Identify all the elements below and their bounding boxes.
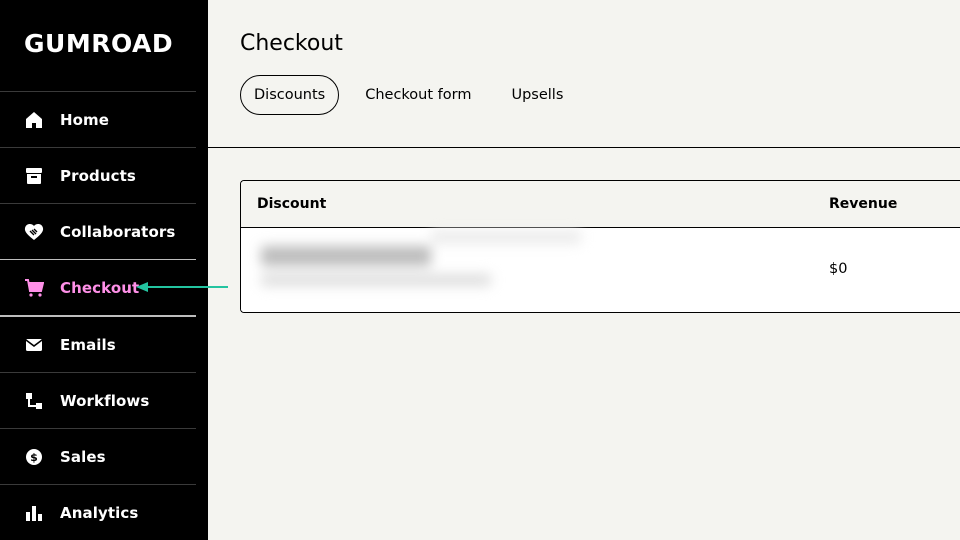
- gumroad-logo[interactable]: GUMROAD: [24, 28, 184, 60]
- sidebar-nav: Home Products Collaborators Checkout Ema…: [0, 91, 196, 540]
- sidebar-item-label: Checkout: [60, 278, 140, 297]
- revenue-cell: $0: [829, 261, 848, 277]
- sidebar-item-home[interactable]: Home: [0, 91, 196, 147]
- sidebar-item-analytics[interactable]: Analytics: [0, 484, 196, 540]
- column-header-discount[interactable]: Discount: [257, 196, 326, 212]
- sidebar-item-label: Home: [60, 110, 110, 129]
- tab-discounts[interactable]: Discounts: [240, 75, 340, 115]
- sidebar-item-sales[interactable]: $ Sales: [0, 428, 196, 484]
- sidebar-item-label: Workflows: [60, 391, 150, 410]
- svg-text:$: $: [30, 451, 38, 464]
- sidebar-item-emails[interactable]: Emails: [0, 316, 196, 372]
- tab-checkout-form[interactable]: Checkout form: [351, 75, 485, 115]
- redacted-discount-name: [251, 228, 589, 308]
- home-icon: [24, 110, 44, 130]
- discounts-table: Discount Revenue $0: [240, 180, 960, 313]
- svg-text:GUMROAD: GUMROAD: [24, 29, 173, 58]
- main-content: Checkout Discounts Checkout form Upsells…: [208, 0, 960, 540]
- sidebar-item-label: Emails: [60, 335, 116, 354]
- sidebar-item-label: Products: [60, 166, 136, 185]
- sidebar: GUMROAD Home Products Collaborators Chec…: [0, 0, 208, 540]
- envelope-icon: [24, 335, 44, 355]
- gumroad-logo-mark: GUMROAD: [24, 29, 173, 58]
- sidebar-item-label: Sales: [60, 447, 106, 466]
- cart-icon: [24, 278, 44, 298]
- workflow-icon: [24, 391, 44, 411]
- dollar-circle-icon: $: [24, 447, 44, 467]
- tab-upsells[interactable]: Upsells: [497, 75, 577, 115]
- sidebar-item-workflows[interactable]: Workflows: [0, 372, 196, 428]
- tab-bar: Discounts Checkout form Upsells: [240, 75, 577, 115]
- table-header: Discount Revenue: [241, 181, 960, 228]
- sidebar-item-label: Analytics: [60, 503, 139, 522]
- table-row[interactable]: $0: [241, 228, 960, 312]
- page-title: Checkout: [240, 31, 343, 56]
- sidebar-item-products[interactable]: Products: [0, 147, 196, 203]
- header-divider: [208, 147, 960, 148]
- archive-icon: [24, 166, 44, 186]
- sidebar-item-label: Collaborators: [60, 222, 176, 241]
- column-header-revenue[interactable]: Revenue: [829, 196, 897, 212]
- handshake-icon: [24, 222, 44, 242]
- bar-chart-icon: [24, 503, 44, 523]
- sidebar-item-collaborators[interactable]: Collaborators: [0, 203, 196, 259]
